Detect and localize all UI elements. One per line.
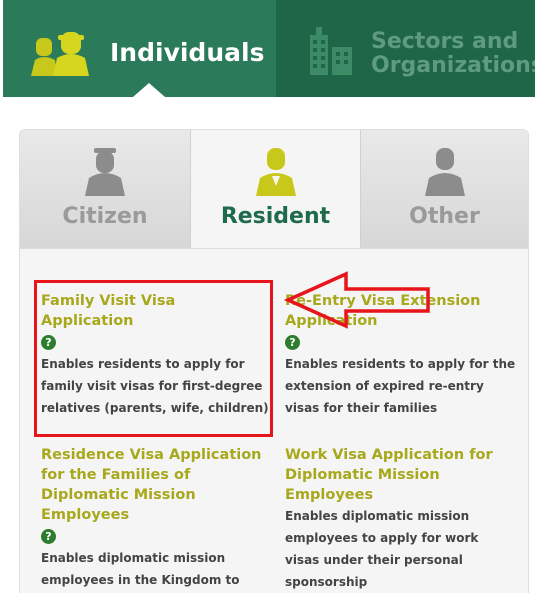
help-question-icon[interactable]: ?: [41, 529, 56, 544]
tab-citizen[interactable]: Citizen: [20, 130, 190, 248]
service-title-link[interactable]: Residence Visa Application for the Famil…: [41, 445, 277, 525]
page: Individuals Sectors and Organizations Ci…: [0, 0, 535, 593]
annotation-arrow-icon: [283, 269, 434, 335]
tab-divider: [20, 248, 528, 249]
tab-individuals-label: Individuals: [110, 38, 265, 67]
people-icon: [31, 32, 91, 80]
tab-resident-label: Resident: [220, 204, 331, 229]
tab-individuals[interactable]: Individuals: [3, 0, 276, 97]
tab-other[interactable]: Other: [361, 130, 528, 248]
tab-sectors-label: Sectors and Organizations: [371, 29, 535, 78]
resident-person-icon: [252, 148, 300, 200]
audience-tabs: Citizen Resident Other: [20, 130, 528, 249]
service-description: Enables residents to apply for the exten…: [285, 357, 516, 415]
tab-sectors-organizations[interactable]: Sectors and Organizations: [276, 0, 535, 97]
service-title-link[interactable]: Work Visa Application for Diplomatic Mis…: [285, 445, 525, 505]
citizen-person-icon: [81, 148, 129, 200]
tab-citizen-label: Citizen: [62, 204, 148, 229]
tab-resident[interactable]: Resident: [190, 130, 361, 248]
service-work-visa-diplomatic-employees: Work Visa Application for Diplomatic Mis…: [285, 445, 525, 593]
service-description: Enables diplomatic mission employees in …: [41, 551, 240, 587]
help-question-icon[interactable]: ?: [285, 335, 300, 350]
tab-other-label: Other: [409, 204, 480, 229]
service-residence-visa-diplomatic-families: Residence Visa Application for the Famil…: [41, 445, 277, 591]
other-person-icon: [421, 148, 469, 200]
annotation-highlight-box: [34, 280, 273, 437]
service-description: Enables diplomatic mission employees to …: [285, 509, 479, 589]
category-tabs: Individuals Sectors and Organizations: [3, 0, 535, 97]
buildings-icon: [306, 27, 356, 81]
